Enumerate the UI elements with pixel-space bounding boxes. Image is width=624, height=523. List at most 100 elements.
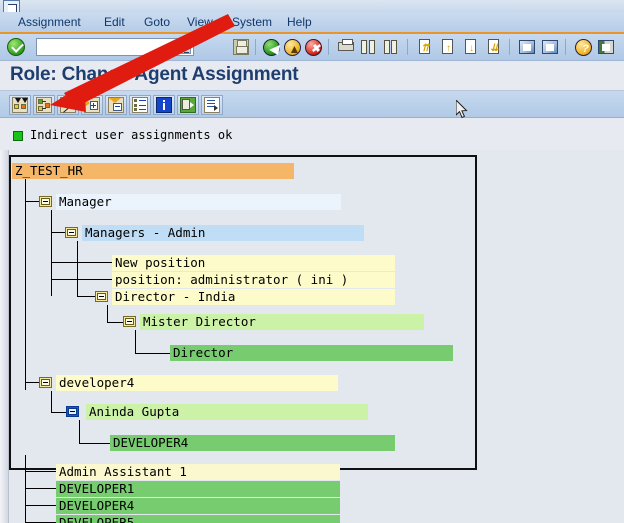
tree-node[interactable]: DEVELOPER4 [110,435,395,451]
delete-assignment-button[interactable] [57,95,79,115]
binoculars-plus-icon [384,40,400,54]
agent-assignment-tree-area: Z_TEST_HR Manager Managers - Admin New posi… [0,150,624,523]
tree-node[interactable]: Z_TEST_HR [12,163,294,179]
enter-check-button[interactable] [7,38,25,56]
tree-node[interactable]: DEVELOPER1 [56,481,340,497]
menu-bar: Assignment Edit Goto View System Help [0,12,624,34]
printer-icon [338,39,354,51]
tree-node-folder-toggle[interactable] [39,377,52,388]
menu-item-goto[interactable]: Goto [140,14,174,30]
information-button[interactable] [153,95,175,115]
create-assignment-button[interactable] [81,95,103,115]
tree-connector-horizontal [135,353,170,354]
create-shortcut-button[interactable] [541,38,560,57]
tree-connector-horizontal [25,382,39,383]
mouse-pointer-cursor [456,100,468,119]
tree-node[interactable]: Director - India [112,289,395,305]
first-page-button[interactable]: ⇈ [416,38,435,57]
command-field[interactable] [36,38,194,56]
back-green-arrow-icon: ◀ [263,39,280,56]
tree-connector-vertical [77,241,78,296]
execute-report-button[interactable] [177,95,199,115]
menu-item-system-label: System [232,15,273,29]
print-button[interactable] [337,38,356,57]
organizational-assignment-button[interactable] [33,95,55,115]
tree-node[interactable]: New position [112,255,395,271]
tree-node-folder-toggle[interactable] [39,196,52,207]
toolbar-separator [509,39,510,55]
create-plus-box-icon [84,97,100,113]
attributes-button[interactable] [129,95,151,115]
window-title-bar [0,0,624,12]
help-button[interactable]: ? [574,38,593,57]
exit-yellow-arrow-icon: ▲ [284,39,301,56]
tree-node[interactable]: Managers - Admin [82,225,364,241]
remove-minus-box-icon [108,97,124,113]
menu-item-edit-label: Edit [104,15,125,29]
tree-node[interactable]: Manager [56,194,341,210]
tree-node[interactable]: Mister Director [140,314,424,330]
page-title: Role: Change Agent Assignment [10,64,299,85]
tree-connector-horizontal [51,262,112,263]
tree-connector-vertical [79,420,80,443]
tree-node-folder-toggle[interactable] [123,316,136,327]
menu-item-view-label: View [187,15,213,29]
cancel-red-x-icon: ✖ [305,39,322,56]
toolbar-separator [407,39,408,55]
tree-node[interactable]: Aninda Gupta [86,404,368,420]
tree-node-folder-toggle[interactable] [66,406,79,417]
tree-node[interactable]: Director [170,345,453,361]
customize-local-layout-icon [598,40,614,54]
question-mark-help-icon: ? [575,39,592,56]
exit-button[interactable]: ▲ [283,38,302,57]
create-session-icon [519,40,535,54]
status-message: Indirect user assignments ok [30,128,233,142]
remove-assignment-button[interactable] [105,95,127,115]
tree-connector-horizontal [25,505,56,506]
tree-node-folder-toggle[interactable] [65,227,78,238]
customize-button[interactable] [597,38,616,57]
org-structure-icon [36,97,52,113]
expand-nodes-icon [12,97,28,113]
tree-connector-vertical [135,330,136,353]
menu-item-assignment[interactable]: Assignment [14,14,85,30]
document-lines-icon [204,97,220,113]
find-next-button[interactable] [383,38,402,57]
tree-node[interactable]: developer4 [56,375,338,391]
tree-node[interactable]: DEVELOPER4 [56,498,340,514]
command-input[interactable] [37,39,179,55]
documentation-button[interactable] [201,95,223,115]
tree-connector-horizontal [77,296,95,297]
back-button[interactable]: ◀ [262,38,281,57]
menu-item-system[interactable]: System [228,14,276,30]
menu-item-view[interactable]: View [183,14,217,30]
tree-connector-horizontal [51,412,66,413]
expand-all-button[interactable] [9,95,31,115]
tree-connector-vertical [25,179,26,390]
tree-connector-horizontal [25,471,56,472]
tree-connector-horizontal [107,322,123,323]
menu-item-help[interactable]: Help [283,14,316,30]
tree-connector-horizontal [51,279,112,280]
tree-connector-horizontal [79,443,110,444]
tree-connector-vertical [51,391,52,412]
toolbar-separator [328,39,329,55]
command-field-dropdown-icon[interactable] [181,44,191,54]
find-button[interactable] [360,38,379,57]
cancel-button[interactable]: ✖ [304,38,323,57]
next-page-button[interactable]: ↓ [462,38,481,57]
create-session-button[interactable] [518,38,537,57]
create-shortcut-icon [542,40,558,54]
tree-node[interactable]: position: administrator ( ini ) [112,272,395,288]
menu-item-edit[interactable]: Edit [100,14,129,30]
tree-node-folder-toggle[interactable] [95,291,108,302]
binoculars-icon [361,40,377,54]
save-button[interactable] [232,38,251,57]
tree-connector-horizontal [25,201,39,202]
previous-page-button[interactable]: ↑ [439,38,458,57]
tree-node[interactable]: DEVELOPER5 [56,515,340,523]
last-page-button[interactable]: ⇊ [485,38,504,57]
tree-connector-horizontal [51,232,65,233]
menu-item-help-label: Help [287,15,312,29]
tree-node[interactable]: Admin Assistant 1 [56,464,340,480]
